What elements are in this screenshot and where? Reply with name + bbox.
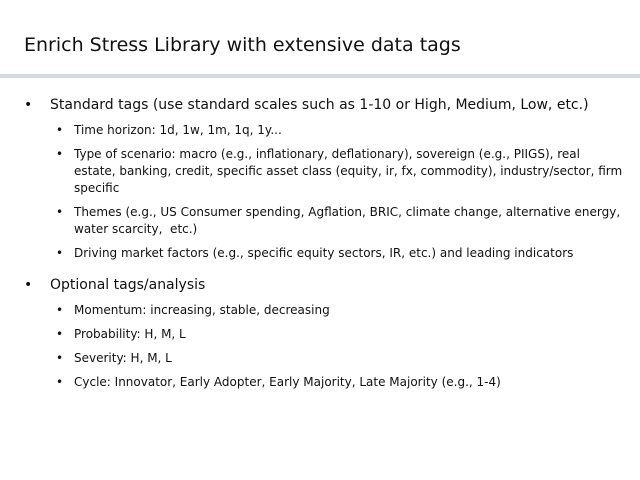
bullet-list: • Standard tags (use standard scales suc… (24, 96, 624, 391)
list-item-text: Driving market factors (e.g., specific e… (74, 246, 574, 260)
bullet-icon: • (24, 97, 33, 113)
bullet-icon: • (24, 277, 33, 293)
list-item-text: Themes (e.g., US Consumer spending, Agfl… (74, 205, 624, 236)
section-standard-tags: • Standard tags (use standard scales suc… (24, 96, 624, 262)
section-optional-tags: • Optional tags/analysis • Momentum: inc… (24, 276, 624, 391)
list-item-text: Cycle: Innovator, Early Adopter, Early M… (74, 375, 501, 389)
list-item: • Time horizon: 1d, 1w, 1m, 1q, 1y... (50, 122, 624, 139)
list-item: • Severity: H, M, L (50, 350, 624, 367)
bullet-icon: • (56, 147, 64, 161)
slide-title: Enrich Stress Library with extensive dat… (24, 34, 461, 56)
title-divider (0, 74, 640, 78)
list-item-text: Probability: H, M, L (74, 327, 186, 341)
list-item: • Themes (e.g., US Consumer spending, Ag… (50, 204, 624, 238)
sub-bullet-list: • Time horizon: 1d, 1w, 1m, 1q, 1y... • … (50, 122, 624, 262)
sub-bullet-list: • Momentum: increasing, stable, decreasi… (50, 302, 624, 391)
bullet-icon: • (56, 303, 64, 317)
slide-body: • Standard tags (use standard scales suc… (24, 96, 624, 391)
bullet-icon: • (56, 246, 64, 260)
bullet-icon: • (56, 205, 64, 219)
bullet-icon: • (56, 375, 64, 389)
list-item: • Type of scenario: macro (e.g., inflati… (50, 146, 624, 197)
list-item: • Probability: H, M, L (50, 326, 624, 343)
list-item-text: Momentum: increasing, stable, decreasing (74, 303, 330, 317)
bullet-icon: • (56, 327, 64, 341)
list-item: • Momentum: increasing, stable, decreasi… (50, 302, 624, 319)
section-heading: Optional tags/analysis (50, 277, 206, 293)
bullet-icon: • (56, 123, 64, 137)
list-item-text: Type of scenario: macro (e.g., inflation… (74, 147, 623, 195)
list-item-text: Severity: H, M, L (74, 351, 172, 365)
bullet-icon: • (56, 351, 64, 365)
list-item: • Driving market factors (e.g., specific… (50, 245, 624, 262)
list-item-text: Time horizon: 1d, 1w, 1m, 1q, 1y... (74, 123, 282, 137)
section-heading: Standard tags (use standard scales such … (50, 97, 589, 113)
list-item: • Cycle: Innovator, Early Adopter, Early… (50, 374, 624, 391)
